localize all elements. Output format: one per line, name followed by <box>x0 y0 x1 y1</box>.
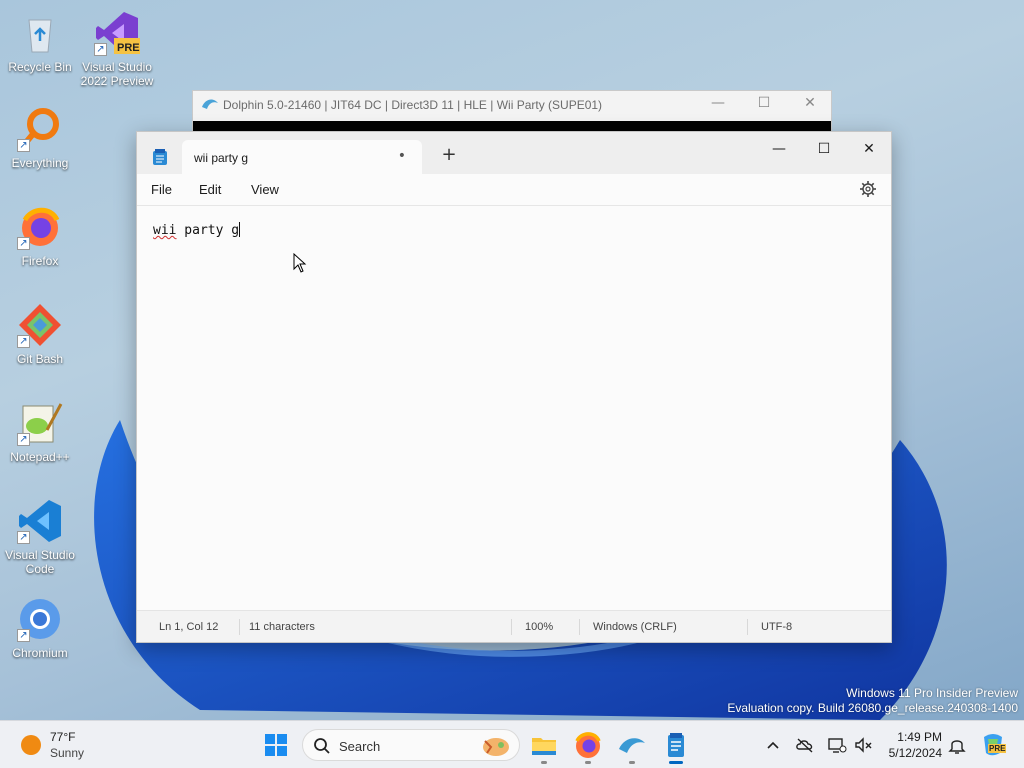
dolphin-window-title: Dolphin 5.0-21460 | JIT64 DC | Direct3D … <box>223 98 603 112</box>
taskbar-notepad[interactable] <box>660 729 692 764</box>
menu-file[interactable]: File <box>151 182 172 197</box>
cursor-position: Ln 1, Col 12 <box>159 621 219 633</box>
preview-badge: PRE <box>988 744 1007 753</box>
status-divider <box>747 619 748 635</box>
search-icon <box>314 738 330 754</box>
search-placeholder: Search <box>339 739 381 754</box>
shortcut-arrow-icon: ↗ <box>17 237 30 250</box>
active-indicator <box>669 761 683 764</box>
status-divider <box>579 619 580 635</box>
shortcut-arrow-icon: ↗ <box>17 531 30 544</box>
volume-muted-icon[interactable] <box>853 735 873 755</box>
menu-view[interactable]: View <box>251 182 279 197</box>
menu-bar: File Edit View <box>137 174 891 206</box>
clock-date: 5/12/2024 <box>888 746 942 760</box>
text-editor[interactable]: wii party g <box>153 222 241 238</box>
taskbar-firefox[interactable] <box>572 729 604 764</box>
menu-edit[interactable]: Edit <box>199 182 221 197</box>
maximize-button[interactable]: ☐ <box>804 136 844 164</box>
desktop-icon-label: Notepad++ <box>10 450 70 464</box>
taskbar: 77°F Sunny Search 1:49 PM 5/12/2024 PRE <box>0 720 1024 768</box>
close-button[interactable]: ✕ <box>849 136 889 164</box>
sun-icon <box>21 735 41 755</box>
dolphin-maximize-button[interactable]: ☐ <box>749 95 779 111</box>
minimize-button[interactable]: — <box>759 136 799 164</box>
desktop-icon-recycle-bin[interactable]: Recycle Bin <box>0 10 80 74</box>
desktop-icon-label: Visual Studio Code <box>5 548 75 576</box>
notepad-icon <box>153 149 167 165</box>
text-caret <box>239 222 241 237</box>
clock-time: 1:49 PM <box>897 730 942 744</box>
tab-document[interactable]: wii party g • <box>182 140 422 174</box>
watermark-line1: Windows 11 Pro Insider Preview <box>846 686 1018 700</box>
taskbar-dolphin[interactable] <box>616 729 648 764</box>
notepad-titlebar[interactable]: wii party g • + — ☐ ✕ <box>137 132 891 174</box>
taskbar-search[interactable]: Search <box>302 729 520 761</box>
new-tab-button[interactable]: + <box>437 144 461 168</box>
zoom-level[interactable]: 100% <box>525 621 553 633</box>
dolphin-window[interactable]: Dolphin 5.0-21460 | JIT64 DC | Direct3D … <box>192 90 832 137</box>
desktop-icon-vscode[interactable]: ↗ Visual Studio Code <box>0 498 80 576</box>
desktop-icon-label: Recycle Bin <box>8 60 72 74</box>
status-divider <box>239 619 240 635</box>
firefox-icon <box>575 732 601 758</box>
desktop-icon-git-bash[interactable]: ↗ Git Bash <box>0 302 80 366</box>
pre-badge: PRE <box>117 42 140 54</box>
desktop-icon-label: Everything <box>11 156 69 170</box>
desktop-icon-label: Git Bash <box>16 352 64 366</box>
running-indicator <box>541 761 547 764</box>
desktop-icon-everything[interactable]: ↗ Everything <box>0 106 80 170</box>
dolphin-icon <box>202 99 218 109</box>
desktop-icon-chromium[interactable]: ↗ Chromium <box>0 596 80 660</box>
shortcut-arrow-icon: ↗ <box>17 335 30 348</box>
dolphin-close-button[interactable]: ✕ <box>795 95 825 111</box>
desktop-icon-label: Visual Studio 2022 Preview <box>80 60 154 88</box>
status-divider <box>511 619 512 635</box>
recycle-bin-icon <box>28 19 52 53</box>
dolphin-minimize-button[interactable]: — <box>703 95 733 111</box>
editor-text: party g <box>176 223 240 238</box>
chevron-up-icon[interactable] <box>763 735 783 755</box>
network-icon[interactable] <box>827 735 847 755</box>
desktop-icon-firefox[interactable]: ↗ Firefox <box>0 204 80 268</box>
copilot-preview-button[interactable]: PRE <box>980 733 1007 757</box>
gear-icon[interactable] <box>859 180 877 198</box>
shortcut-arrow-icon: ↗ <box>94 43 107 56</box>
notepad-window[interactable]: wii party g • + — ☐ ✕ File Edit View wii… <box>136 131 892 643</box>
notepad-icon <box>668 733 684 757</box>
start-button[interactable] <box>260 729 292 761</box>
weather-condition: Sunny <box>50 746 85 760</box>
encoding[interactable]: UTF-8 <box>761 621 792 633</box>
desktop-icon-notepad-plus-plus[interactable]: ↗ Notepad++ <box>0 400 80 464</box>
unsaved-indicator[interactable]: • <box>398 148 406 164</box>
misspelled-word: wii <box>153 223 177 238</box>
desktop-icon-visual-studio-preview[interactable]: ↗ PRE Visual Studio 2022 Preview <box>77 10 157 88</box>
search-highlight-icon <box>483 738 509 756</box>
desktop-icon-label: Chromium <box>12 646 68 660</box>
character-count: 11 characters <box>249 621 315 633</box>
onedrive-offline-icon[interactable] <box>795 735 815 755</box>
shortcut-arrow-icon: ↗ <box>17 433 30 446</box>
watermark-line2: Evaluation copy. Build 26080.ge_release.… <box>727 701 1018 715</box>
tab-title: wii party g <box>194 151 249 165</box>
shortcut-arrow-icon: ↗ <box>17 139 30 152</box>
windows-logo-icon <box>265 734 287 756</box>
mouse-pointer-icon <box>293 253 307 273</box>
weather-temperature: 77°F <box>50 730 76 744</box>
shortcut-arrow-icon: ↗ <box>17 629 30 642</box>
running-indicator <box>585 761 591 764</box>
system-clock[interactable]: 1:49 PM 5/12/2024 <box>884 729 942 761</box>
running-indicator <box>629 761 635 764</box>
dolphin-icon <box>619 738 645 753</box>
status-bar: Ln 1, Col 12 11 characters 100% Windows … <box>137 610 891 642</box>
line-ending[interactable]: Windows (CRLF) <box>593 621 677 633</box>
folder-icon <box>532 738 556 755</box>
bell-icon[interactable] <box>947 735 967 755</box>
evaluation-watermark: Windows 11 Pro Insider Preview Evaluatio… <box>727 686 1018 716</box>
desktop-icon-label: Firefox <box>21 254 59 268</box>
taskbar-file-explorer[interactable] <box>528 729 560 764</box>
